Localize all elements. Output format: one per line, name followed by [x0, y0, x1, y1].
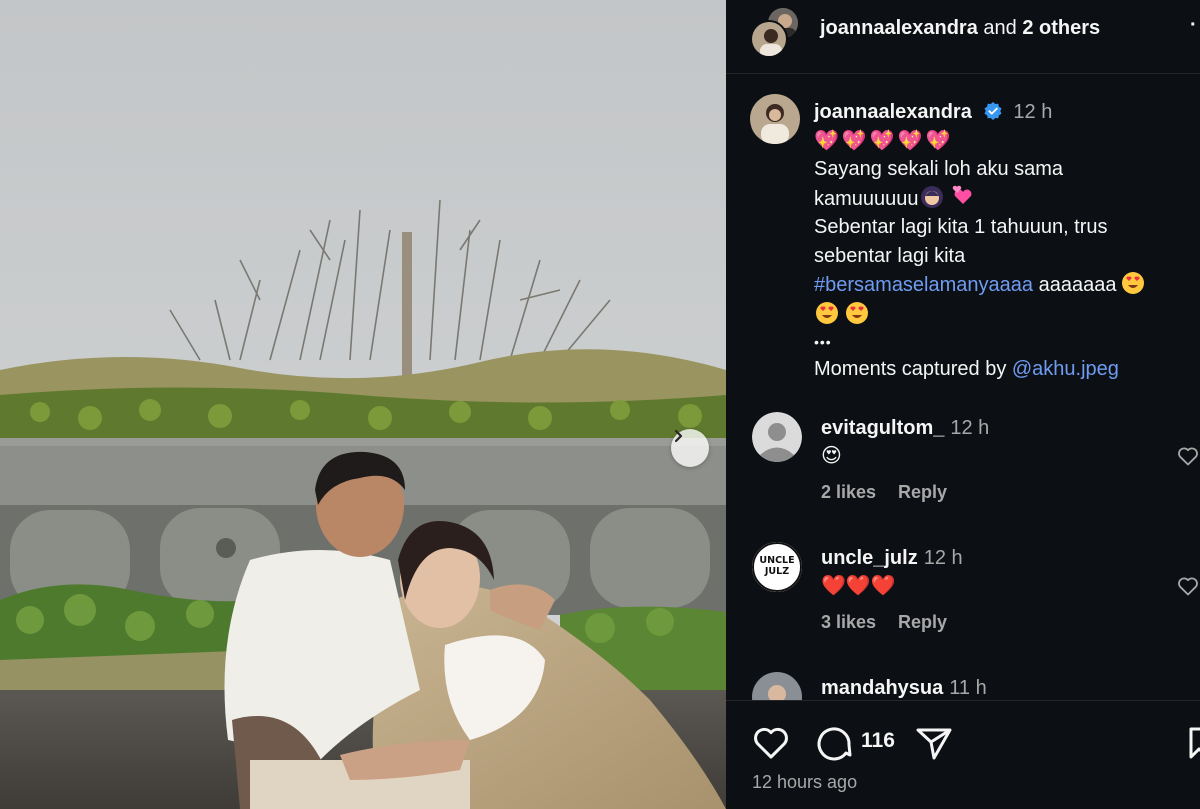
- comment-username[interactable]: evitagultom_: [821, 417, 944, 439]
- heart-icon[interactable]: [752, 725, 790, 761]
- heart-eyes-emoji-icon: [846, 301, 868, 324]
- bookmark-icon[interactable]: [1188, 725, 1200, 761]
- caption-username[interactable]: joannaalexandra: [814, 101, 972, 123]
- default-avatar-icon: [752, 412, 802, 462]
- avatar-image: [750, 94, 800, 144]
- avatar[interactable]: [750, 94, 800, 144]
- caption-hashtag-tail: aaaaaaa: [1033, 274, 1117, 296]
- more-icon[interactable]: ·: [1190, 14, 1197, 37]
- heart-eyes-emoji-icon: [816, 301, 838, 324]
- collab-avatars[interactable]: [750, 6, 804, 58]
- hashtag-link[interactable]: #bersamaselamanyaaaa: [814, 274, 1033, 296]
- comment-body: mandahysua 11 h: [821, 674, 1151, 702]
- heart-eyes-emoji-icon: [1122, 272, 1145, 294]
- photo-image: [0, 0, 726, 809]
- logo-text: UNCLE JULZ: [759, 555, 795, 577]
- caption-line: Sebentar lagi kita 1 tahuuun, trus: [814, 216, 1108, 238]
- comment-username[interactable]: mandahysua: [821, 677, 943, 699]
- comment-text: ❤️❤️❤️: [821, 575, 896, 597]
- two-hearts-emoji-icon: [952, 185, 972, 204]
- post-timestamp: 12 hours ago: [752, 772, 858, 792]
- next-photo-button[interactable]: [671, 429, 709, 467]
- mention-link[interactable]: @akhu.jpeg: [1012, 358, 1119, 380]
- comment-body: uncle_julz 12 h ❤️❤️❤️: [821, 544, 1151, 600]
- avatar[interactable]: UNCLE JULZ: [752, 542, 802, 592]
- comment-likes[interactable]: 2 likes: [821, 482, 876, 502]
- post-actions: 116 12 hours ago: [726, 700, 1200, 809]
- others-link[interactable]: 2 others: [1022, 17, 1100, 39]
- comment-icon[interactable]: [815, 725, 853, 761]
- avatar-image: [752, 22, 786, 56]
- comment-meta: 2 likes Reply: [821, 482, 969, 503]
- reply-button[interactable]: Reply: [898, 612, 947, 632]
- avatar: [750, 20, 788, 58]
- caption-time: 12 h: [1013, 101, 1053, 123]
- heart-icon[interactable]: [1176, 574, 1200, 598]
- avatar[interactable]: [752, 412, 802, 462]
- caption-ellipsis: •••: [814, 334, 832, 350]
- caption-line: Sayang sekali loh aku sama: [814, 158, 1064, 180]
- post-header: joannaalexandra and 2 others ·: [726, 0, 1200, 74]
- caption-emoji-line: 💖💖💖💖💖: [814, 129, 954, 152]
- post-photo[interactable]: [0, 0, 726, 809]
- comment-time: 12 h: [950, 417, 990, 439]
- woman-face-emoji-icon: [920, 185, 943, 208]
- authors-connector: and: [977, 17, 1023, 39]
- comment-body: evitagultom_ 12 h 😍: [821, 414, 1151, 470]
- comment-text: 😍: [821, 445, 842, 467]
- author-username[interactable]: joannaalexandra: [820, 17, 978, 39]
- chevron-right-icon: [674, 429, 683, 443]
- caption-line: kamuuuuuu: [814, 187, 919, 210]
- reply-button[interactable]: Reply: [898, 482, 947, 502]
- comment-count: 116: [861, 729, 895, 752]
- caption-line: sebentar lagi kita: [814, 244, 966, 267]
- comment-username[interactable]: uncle_julz: [821, 547, 918, 569]
- caption-text: joannaalexandra 12 h 💖💖💖💖💖 Sayang sekali…: [814, 98, 1186, 384]
- post-panel: joannaalexandra and 2 others · joannaale…: [726, 0, 1200, 809]
- post-authors: joannaalexandra and 2 others: [820, 17, 1100, 40]
- comment-time: 12 h: [923, 547, 963, 569]
- verified-badge-icon: [984, 102, 1002, 120]
- caption-credit: Moments captured by: [814, 358, 1012, 380]
- comment-likes[interactable]: 3 likes: [821, 612, 876, 632]
- comment-meta: 3 likes Reply: [821, 612, 969, 633]
- heart-icon[interactable]: [1176, 444, 1200, 468]
- comment-time: 11 h: [949, 677, 987, 699]
- share-icon[interactable]: [915, 725, 953, 761]
